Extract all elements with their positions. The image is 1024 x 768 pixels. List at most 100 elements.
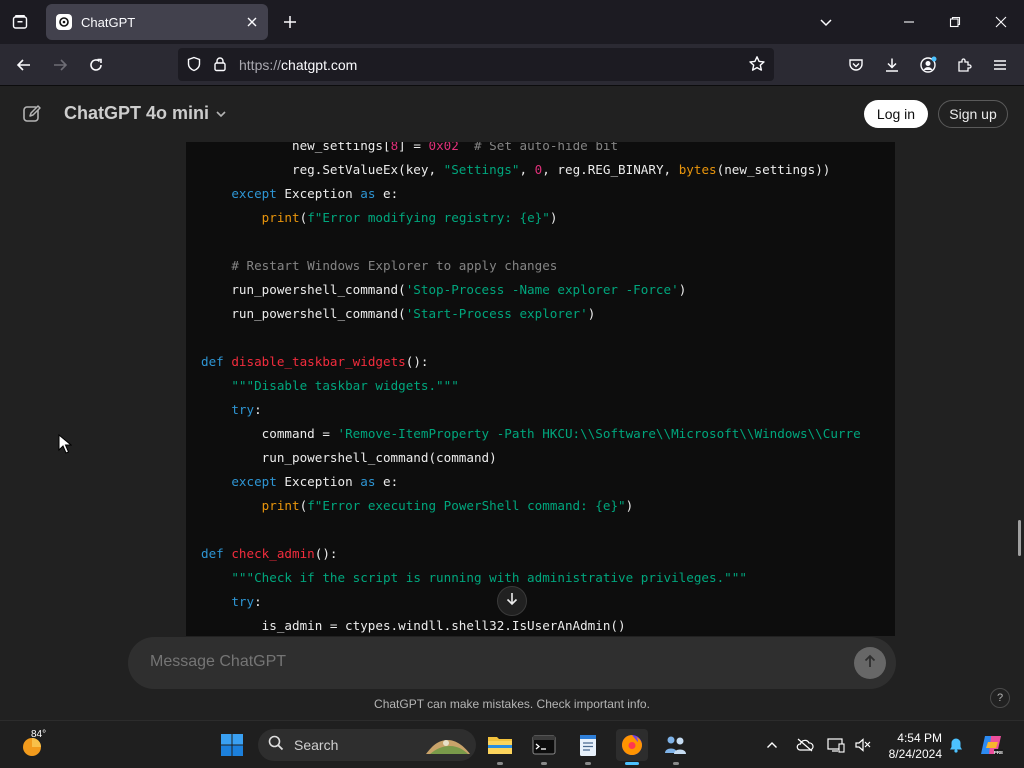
code-line: print(f"Error modifying registry: {e}") bbox=[201, 206, 861, 230]
code-token: except bbox=[231, 186, 277, 201]
close-window-icon[interactable] bbox=[978, 0, 1024, 44]
clock-time: 4:54 PM bbox=[897, 731, 942, 745]
downloads-icon[interactable] bbox=[878, 51, 906, 79]
code-token: reg.SetValueEx(key, bbox=[201, 162, 444, 177]
file-explorer-icon[interactable] bbox=[484, 729, 516, 765]
code-line: new_settings[8] = 0x02 # Set auto-hide b… bbox=[201, 142, 861, 158]
send-button[interactable] bbox=[854, 647, 886, 679]
code-token: Exception bbox=[276, 474, 361, 489]
model-selector[interactable]: ChatGPT 4o mini bbox=[64, 103, 227, 124]
reload-icon[interactable] bbox=[82, 51, 110, 79]
lock-icon[interactable] bbox=[212, 56, 228, 77]
restore-icon[interactable] bbox=[932, 0, 978, 44]
browser-tab-strip: ChatGPT bbox=[0, 0, 1024, 44]
code-token: f"Error executing PowerShell command: {e… bbox=[307, 498, 626, 513]
tab-chatgpt[interactable]: ChatGPT bbox=[46, 4, 268, 40]
volume-muted-icon[interactable] bbox=[853, 735, 873, 755]
log-in-button[interactable]: Log in bbox=[864, 100, 928, 128]
model-name-label: ChatGPT 4o mini bbox=[64, 103, 210, 123]
forward-arrow-icon[interactable] bbox=[46, 51, 74, 79]
message-input[interactable] bbox=[150, 653, 830, 671]
code-line: try: bbox=[201, 398, 861, 422]
address-bar[interactable]: https://chatgpt.com bbox=[178, 48, 774, 81]
code-token: as bbox=[360, 186, 376, 201]
code-token: run_powershell_command( bbox=[201, 282, 406, 297]
code-token: command = bbox=[201, 426, 338, 441]
code-token: disable_taskbar_widgets bbox=[231, 354, 406, 369]
account-icon[interactable] bbox=[914, 51, 942, 79]
notepad-icon[interactable] bbox=[572, 729, 604, 765]
code-token: new_settings[ bbox=[201, 142, 391, 153]
tracking-protection-shield-icon[interactable] bbox=[186, 56, 202, 77]
code-token: ) bbox=[678, 282, 687, 297]
terminal-icon[interactable] bbox=[528, 729, 560, 765]
running-indicator bbox=[673, 762, 679, 765]
list-all-tabs-chevron-icon[interactable] bbox=[814, 10, 838, 34]
minimize-icon[interactable] bbox=[886, 0, 932, 44]
scroll-to-bottom-button[interactable] bbox=[497, 586, 527, 616]
code-line: run_powershell_command(command) bbox=[201, 446, 861, 470]
url-text[interactable]: https://chatgpt.com bbox=[239, 57, 357, 73]
code-token: , bbox=[519, 162, 535, 177]
code-token: ] = bbox=[398, 142, 429, 153]
code-token: bytes bbox=[678, 162, 717, 177]
onedrive-cloud-off-icon[interactable] bbox=[795, 735, 815, 755]
display-cast-icon[interactable] bbox=[826, 735, 846, 755]
tab-title: ChatGPT bbox=[81, 14, 136, 30]
firefox-icon[interactable] bbox=[616, 729, 648, 765]
teams-people-icon[interactable] bbox=[660, 729, 692, 765]
firefox-view-icon[interactable] bbox=[8, 10, 32, 34]
chatgpt-favicon-icon bbox=[56, 14, 72, 30]
hamburger-menu-icon[interactable] bbox=[986, 51, 1014, 79]
back-arrow-icon[interactable] bbox=[10, 51, 38, 79]
code-token: print bbox=[261, 498, 300, 513]
copilot-icon[interactable]: PRE bbox=[976, 729, 1008, 761]
code-token: def bbox=[201, 354, 224, 369]
code-line: def check_admin(): bbox=[201, 542, 861, 566]
notification-bell-icon[interactable] bbox=[946, 735, 966, 755]
chevron-down-icon bbox=[215, 108, 227, 120]
code-token: # Set auto-hide bit bbox=[474, 142, 619, 153]
code-token: run_powershell_command(command) bbox=[201, 450, 497, 465]
code-token: ) bbox=[587, 306, 596, 321]
code-token: try bbox=[231, 594, 255, 609]
tab-close-icon[interactable] bbox=[240, 10, 264, 34]
code-block: new_settings[8] = 0x02 # Set auto-hide b… bbox=[186, 142, 895, 636]
extensions-icon[interactable] bbox=[950, 51, 978, 79]
taskbar-search[interactable]: Search bbox=[258, 729, 476, 761]
sign-up-button[interactable]: Sign up bbox=[938, 100, 1008, 128]
code-token: def bbox=[201, 546, 224, 561]
search-highlight-illustration-icon bbox=[426, 740, 470, 754]
code-line: """Check if the script is running with a… bbox=[201, 566, 861, 590]
running-indicator bbox=[541, 762, 547, 765]
code-token: try bbox=[231, 402, 255, 417]
bookmark-star-icon[interactable] bbox=[748, 55, 766, 78]
page-scrollbar[interactable] bbox=[1018, 520, 1021, 556]
code-token: "Settings" bbox=[443, 162, 520, 177]
pocket-icon[interactable] bbox=[842, 51, 870, 79]
code-token: 'Stop-Process -Name explorer -Force' bbox=[405, 282, 679, 297]
code-token: run_powershell_command( bbox=[201, 306, 406, 321]
code-line: def disable_taskbar_widgets(): bbox=[201, 350, 861, 374]
message-composer bbox=[128, 637, 896, 689]
code-token: 'Start-Process explorer' bbox=[405, 306, 588, 321]
show-hidden-icons-chevron-up-icon[interactable] bbox=[762, 735, 782, 755]
code-token: : bbox=[254, 402, 262, 417]
new-chat-pencil-icon[interactable] bbox=[20, 102, 44, 126]
start-windows-icon[interactable] bbox=[216, 729, 248, 761]
search-icon bbox=[268, 735, 284, 756]
code-line: is_admin = ctypes.windll.shell32.IsUserA… bbox=[201, 614, 861, 636]
mouse-cursor-icon bbox=[58, 433, 73, 459]
system-clock[interactable]: 4:54 PM 8/24/2024 bbox=[880, 730, 942, 762]
new-tab-icon[interactable] bbox=[278, 10, 302, 34]
help-button[interactable]: ? bbox=[990, 688, 1010, 708]
